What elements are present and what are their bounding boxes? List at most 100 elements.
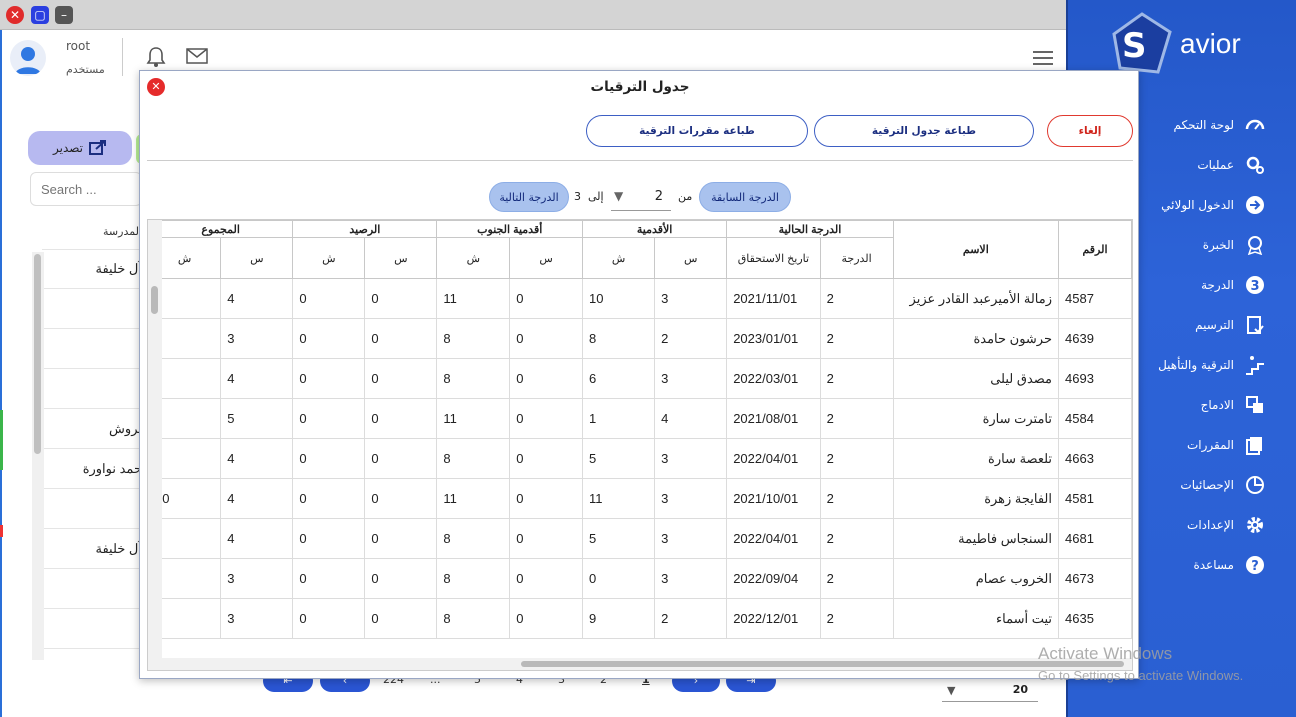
window-titlebar: ✕ ▢ – bbox=[0, 0, 1066, 30]
col-name-header[interactable]: الاسم bbox=[892, 220, 1060, 279]
table-cell-date: 2021/08/01 bbox=[726, 398, 821, 439]
col-seniority-header: الأقدمية bbox=[582, 220, 728, 238]
sidebar-item[interactable]: عمليات bbox=[1197, 145, 1266, 185]
col-years-header[interactable]: س bbox=[364, 237, 438, 279]
table-cell-jm: 11 bbox=[436, 478, 511, 519]
table-vertical-scrollbar[interactable] bbox=[148, 220, 162, 660]
table-cell-sm: 5 bbox=[582, 518, 656, 559]
table-row[interactable]: 4584تامترت سارة22021/08/01410110050 bbox=[148, 398, 1132, 439]
chevron-down-icon: ▼ bbox=[947, 684, 956, 697]
sidebar-item-label: الدخول الولائي bbox=[1161, 198, 1234, 212]
sidebar-item[interactable]: الدرجة 3 bbox=[1201, 265, 1266, 305]
search-input[interactable] bbox=[30, 172, 142, 206]
left-list-item[interactable] bbox=[42, 609, 142, 649]
user-name: root bbox=[66, 39, 91, 53]
table-cell-jm: 8 bbox=[436, 318, 511, 359]
table-row[interactable]: 4681السنجاس فاطيمة22022/04/0135080041 bbox=[148, 518, 1132, 559]
table-row[interactable]: 4581 الفايجة زهرة 2 2021/10/01 3 11 0 11 0 0 4 10 bbox=[148, 478, 1132, 519]
table-cell-sy: 3 bbox=[654, 358, 728, 399]
left-list-item[interactable]: حمد نواورة bbox=[42, 449, 142, 489]
left-list-item[interactable]: آل خليفة bbox=[42, 529, 142, 569]
table-cell-ry: 0 bbox=[364, 518, 438, 559]
print-table-button[interactable]: طباعة جدول الترقية bbox=[814, 115, 1034, 147]
table-row[interactable]: 4639حرشون حامدة22023/01/0128080034 bbox=[148, 318, 1132, 359]
table-row[interactable]: 4673الخروب عصام22022/09/0430080038 bbox=[148, 558, 1132, 599]
sidebar-item-label: الادماج bbox=[1200, 398, 1234, 412]
table-row[interactable]: 4635تيت أسماء22022/12/0129080035 bbox=[148, 598, 1132, 639]
window-maximize-icon[interactable]: ▢ bbox=[31, 6, 49, 24]
table-cell-ry: 0 bbox=[364, 558, 438, 599]
table-row[interactable]: 4693مصدق ليلى22022/03/0136080042 bbox=[148, 358, 1132, 399]
sidebar-item[interactable]: الخبرة bbox=[1203, 225, 1266, 265]
col-years-header[interactable]: س bbox=[509, 237, 584, 279]
table-cell-ty: 3 bbox=[220, 598, 294, 639]
window-minimize-icon[interactable]: – bbox=[55, 6, 73, 24]
merge-icon bbox=[1244, 394, 1266, 416]
col-months-header[interactable]: ش bbox=[292, 237, 366, 279]
left-list-item[interactable] bbox=[42, 569, 142, 609]
sidebar-item[interactable]: المقررات bbox=[1187, 425, 1266, 465]
table-cell-jy: 0 bbox=[509, 478, 584, 519]
sidebar-item[interactable]: مساعدة? bbox=[1193, 545, 1266, 585]
table-cell-id: 4681 bbox=[1058, 518, 1132, 559]
per-page-select[interactable]: ▼ 20 bbox=[942, 680, 1038, 702]
sidebar-item-label: عمليات bbox=[1197, 158, 1234, 172]
table-cell-ty: 4 bbox=[220, 278, 294, 319]
table-cell-jy: 0 bbox=[509, 518, 584, 559]
grade-from-select[interactable]: ▼ 2 bbox=[611, 185, 671, 211]
table-cell-id: 4581 bbox=[1058, 478, 1132, 519]
table-cell-date: 2022/12/01 bbox=[726, 598, 821, 639]
table-cell-grade: 2 bbox=[819, 398, 894, 439]
col-due-date-header[interactable]: تاريخ الاستحقاق bbox=[726, 237, 821, 279]
left-list-item[interactable] bbox=[42, 369, 142, 409]
table-cell-ty: 3 bbox=[220, 558, 294, 599]
table-cell-ty: 3 bbox=[220, 318, 294, 359]
sidebar-item[interactable]: لوحة التحكم bbox=[1174, 105, 1267, 145]
table-cell-jy: 0 bbox=[509, 558, 584, 599]
col-id-header[interactable]: الرقم bbox=[1058, 220, 1132, 279]
left-list-item[interactable] bbox=[42, 289, 142, 329]
stairs-person-icon bbox=[1244, 354, 1266, 376]
col-months-header[interactable]: ش bbox=[436, 237, 511, 279]
promotions-table-viewport: الرقم الاسم الدرجة الحالية الأقدمية أقدم… bbox=[147, 219, 1133, 671]
from-label: من bbox=[678, 190, 693, 203]
table-row[interactable]: 4663تلعصة سارة22022/04/0135080041 bbox=[148, 438, 1132, 479]
col-years-header[interactable]: س bbox=[654, 237, 728, 279]
table-row[interactable]: 4587 زمالة الأميرعبد القادر عزيز 2 2021/11/… bbox=[148, 278, 1132, 319]
sidebar-item[interactable]: الترقية والتأهيل bbox=[1158, 345, 1266, 385]
sidebar-item[interactable]: الإعدادات bbox=[1187, 505, 1266, 545]
left-list-item[interactable]: آل خليفة bbox=[42, 249, 142, 289]
table-horizontal-scrollbar[interactable] bbox=[148, 658, 1132, 670]
window-close-icon[interactable]: ✕ bbox=[6, 6, 24, 24]
left-list-item[interactable]: بروش bbox=[42, 409, 142, 449]
sidebar-item[interactable]: الإحصائيات bbox=[1180, 465, 1266, 505]
print-decisions-button[interactable]: طباعة مقررات الترقية bbox=[586, 115, 808, 147]
col-years-header[interactable]: س bbox=[220, 237, 294, 279]
table-cell-id: 4673 bbox=[1058, 558, 1132, 599]
sidebar-item[interactable]: الدخول الولائي bbox=[1161, 185, 1266, 225]
pie-chart-icon bbox=[1244, 474, 1266, 496]
sidebar-item[interactable]: الترسيم bbox=[1195, 305, 1266, 345]
table-cell-grade: 2 bbox=[819, 318, 894, 359]
table-cell-ty: 4 bbox=[220, 478, 294, 519]
bell-icon[interactable] bbox=[146, 46, 166, 71]
cancel-button[interactable]: إلغاء bbox=[1047, 115, 1133, 147]
table-cell-ry: 0 bbox=[364, 278, 438, 319]
gauge-icon bbox=[1244, 114, 1266, 136]
table-cell-date: 2022/04/01 bbox=[726, 518, 821, 559]
sidebar-item[interactable]: الادماج bbox=[1201, 385, 1266, 425]
next-grade-button[interactable]: الدرجة التالية bbox=[489, 182, 569, 212]
avatar[interactable] bbox=[10, 40, 46, 76]
col-months-header[interactable]: ش bbox=[582, 237, 656, 279]
left-list-item[interactable] bbox=[42, 329, 142, 369]
previous-grade-button[interactable]: الدرجة السابقة bbox=[699, 182, 791, 212]
col-grade-header[interactable]: الدرجة bbox=[819, 237, 894, 279]
table-cell-ty: 4 bbox=[220, 438, 294, 479]
mail-icon[interactable] bbox=[186, 48, 208, 67]
export-button[interactable]: تصدير bbox=[28, 131, 132, 165]
left-scrollbar[interactable] bbox=[32, 252, 44, 660]
table-cell-rm: 0 bbox=[292, 478, 366, 519]
promotions-table: الرقم الاسم الدرجة الحالية الأقدمية أقدم… bbox=[148, 220, 1132, 639]
left-list-item[interactable] bbox=[42, 489, 142, 529]
menu-hamburger-icon[interactable] bbox=[1032, 50, 1054, 69]
